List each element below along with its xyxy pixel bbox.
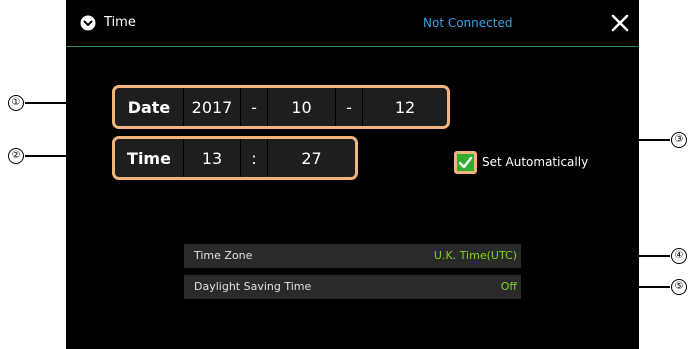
callout-5: ⑤ [671, 279, 687, 295]
day-field[interactable]: 12 [363, 88, 447, 126]
set-automatically-checkbox[interactable] [454, 151, 477, 174]
time-zone-value: U.K. Time(UTC) [433, 249, 517, 262]
connection-status[interactable]: Not Connected [423, 15, 512, 31]
time-zone-label: Time Zone [194, 249, 253, 262]
date-row: Date 2017 - 10 - 12 [112, 85, 450, 129]
set-automatically-label[interactable]: Set Automatically [482, 155, 588, 169]
time-row: Time 13 : 27 [112, 136, 358, 180]
checkmark-icon [458, 156, 473, 169]
time-screen: Time Not Connected Date 2017 - 10 - 12 T… [66, 0, 639, 349]
clock-icon [80, 15, 96, 31]
daylight-saving-label: Daylight Saving Time [194, 280, 312, 293]
date-separator: - [346, 97, 352, 117]
close-icon[interactable] [609, 12, 631, 34]
title-bar: Time Not Connected [66, 0, 639, 47]
page-title: Time [104, 15, 136, 30]
callout-1: ① [8, 95, 24, 111]
time-label: Time [127, 148, 171, 168]
callout-2: ② [8, 148, 24, 164]
hour-field[interactable]: 13 [184, 139, 240, 177]
time-zone-row[interactable]: Time Zone U.K. Time(UTC) [184, 244, 521, 268]
callout-4: ④ [671, 248, 687, 264]
date-separator: - [251, 97, 257, 117]
daylight-saving-row[interactable]: Daylight Saving Time Off [184, 275, 521, 299]
daylight-saving-value: Off [500, 280, 517, 293]
month-field[interactable]: 10 [268, 88, 335, 126]
year-field[interactable]: 2017 [184, 88, 240, 126]
time-separator: : [251, 148, 257, 168]
date-label: Date [127, 97, 171, 117]
minute-field[interactable]: 27 [268, 139, 355, 177]
callout-3: ③ [671, 132, 687, 148]
